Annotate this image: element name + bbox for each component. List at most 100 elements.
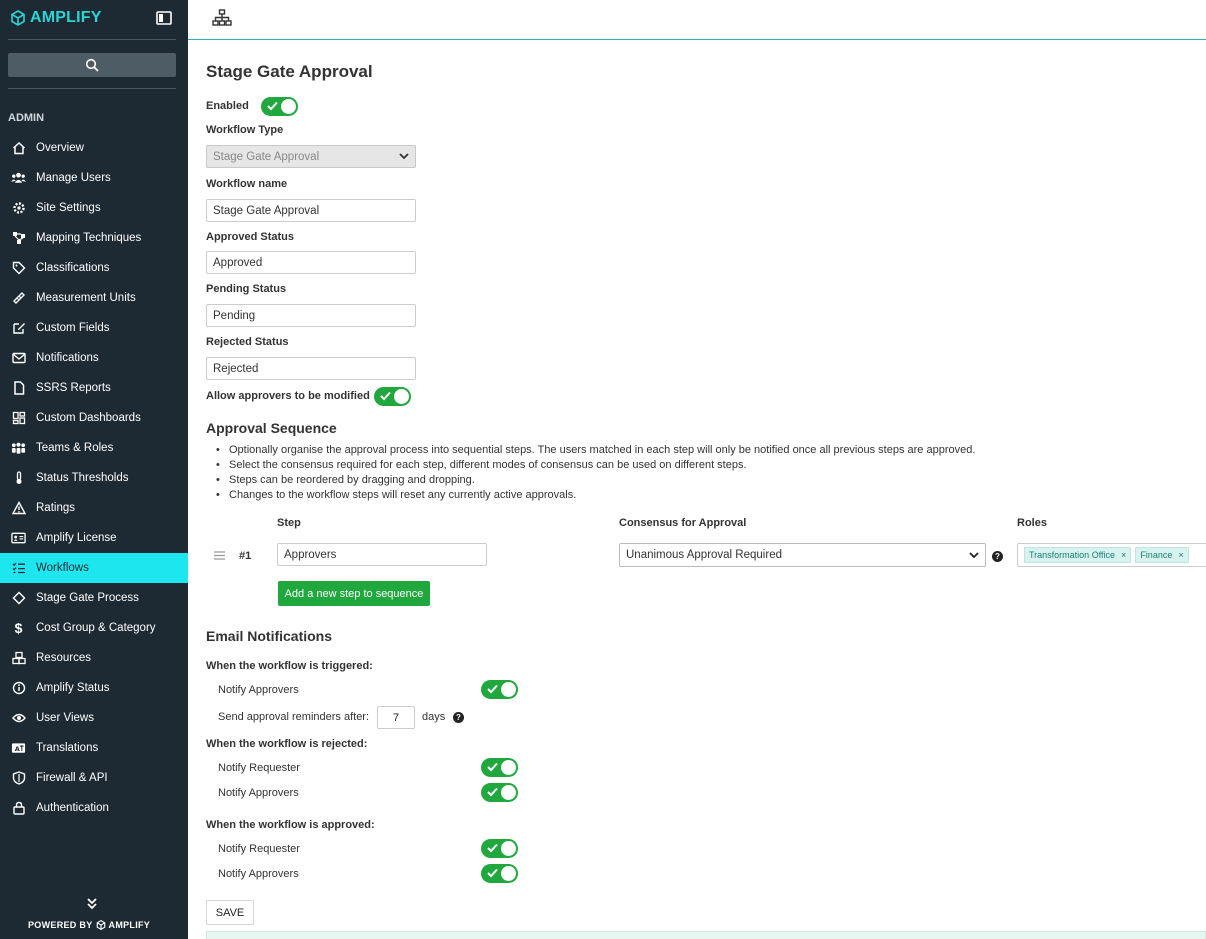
sidebar-item-label: SSRS Reports [36,382,111,394]
toggle-knob [501,760,516,775]
pending-status-input[interactable]: Pending [206,304,416,327]
app-logo[interactable]: AMPLIFY [10,9,102,27]
sidebar-item-status-thresholds[interactable]: Status Thresholds [0,463,188,493]
sidebar-toggle-icon[interactable] [156,11,172,28]
lock-icon [11,801,26,816]
enabled-toggle[interactable] [261,97,298,116]
workflow-type-select: Stage Gate Approval [206,145,416,168]
check-icon [487,762,498,772]
sidebar-item-amplify-license[interactable]: Amplify License [0,523,188,553]
step-number: #1 [239,550,252,562]
sidebar-item-workflows[interactable]: Workflows [0,553,188,583]
rejected-status-label: Rejected Status [206,336,289,348]
add-step-button[interactable]: Add a new step to sequence [278,581,430,606]
remove-tag-icon[interactable]: × [1121,550,1126,560]
home-icon [11,141,26,156]
sidebar-item-ratings[interactable]: Ratings [0,493,188,523]
sidebar-item-manage-users[interactable]: Manage Users [0,163,188,193]
sidebar-item-amplify-status[interactable]: Amplify Status [0,673,188,703]
sidebar-item-custom-dashboards[interactable]: Custom Dashboards [0,403,188,433]
triggered-notify-approvers-label: Notify Approvers [218,684,299,696]
sidebar-item-classifications[interactable]: Classifications [0,253,188,283]
help-bullet: Changes to the workflow steps will reset… [216,488,975,503]
approved-notify-approvers-label: Notify Approvers [218,868,299,880]
remove-tag-icon[interactable]: × [1178,550,1183,560]
sidebar-item-translations[interactable]: A Translations [0,733,188,763]
rejected-status-input[interactable]: Rejected [206,357,416,380]
sidebar-item-label: Classifications [36,262,110,274]
sidebar-item-label: Stage Gate Process [36,592,139,604]
sidebar-item-notifications[interactable]: Notifications [0,343,188,373]
file-icon [11,381,26,396]
sidebar-item-label: User Views [36,712,94,724]
approved-status-input[interactable]: Approved [206,251,416,274]
sidebar-item-label: Teams & Roles [36,442,114,454]
role-tag: Transformation Office × [1024,547,1132,563]
sidebar: AMPLIFY ADMIN Overview Manage Users Site… [0,0,188,939]
sidebar-item-measurement-units[interactable]: Measurement Units [0,283,188,313]
toggle-knob [501,866,516,881]
step-name-input[interactable]: Approvers [277,543,487,566]
pending-status-label: Pending Status [206,283,287,295]
sidebar-item-mapping-techniques[interactable]: Mapping Techniques [0,223,188,253]
approved-notify-approvers-toggle[interactable] [481,864,518,883]
gear-icon [11,201,26,216]
search-icon [85,58,99,72]
sidebar-item-ssrs-reports[interactable]: SSRS Reports [0,373,188,403]
dashboard-icon [11,411,26,426]
sidebar-item-label: Resources [36,652,91,664]
allow-modify-toggle[interactable] [374,387,411,406]
check-icon [487,684,498,694]
sidebar-search[interactable] [8,53,176,77]
chevron-down-icon [399,153,409,160]
sidebar-item-site-settings[interactable]: Site Settings [0,193,188,223]
approved-notify-requester-toggle[interactable] [481,839,518,858]
thermometer-icon [11,471,26,486]
allow-modify-label: Allow approvers to be modified [206,390,370,402]
sidebar-item-label: Notifications [36,352,99,364]
consensus-select[interactable]: Unanimous Approval Required [619,543,986,567]
powered-by-label: POWERED BY [28,920,93,930]
help-bullet: Select the consensus required for each s… [216,458,975,473]
logo-text: AMPLIFY [30,9,102,26]
sidebar-item-label: Firewall & API [36,772,108,784]
sidebar-item-label: Amplify License [36,532,117,544]
sidebar-item-cost-group[interactable]: $ Cost Group & Category [0,613,188,643]
reminder-label: Send approval reminders after: [218,711,370,723]
sidebar-item-custom-fields[interactable]: Custom Fields [0,313,188,343]
role-tag: Finance × [1135,547,1189,563]
reminder-days-input[interactable]: 7 [377,706,415,729]
sidebar-item-user-views[interactable]: User Views [0,703,188,733]
cube-logo-icon [96,920,105,930]
sidebar-item-label: Custom Dashboards [36,412,141,424]
sidebar-item-teams-roles[interactable]: Teams & Roles [0,433,188,463]
sidebar-item-authentication[interactable]: Authentication [0,793,188,823]
drag-handle-icon[interactable] [214,549,225,563]
consensus-help-icon[interactable]: ? [992,551,1003,562]
chevrons-down-icon[interactable] [85,896,99,913]
id-card-icon [11,531,26,546]
save-button[interactable]: SAVE [206,900,254,925]
roles-multiselect[interactable]: Transformation Office × Finance × [1017,543,1206,567]
sitemap-icon[interactable] [212,9,232,30]
ruler-icon [11,291,26,306]
list-check-icon [11,561,26,576]
consensus-value: Unanimous Approval Required [626,549,782,561]
page-title: Stage Gate Approval [206,62,373,81]
sidebar-item-firewall-api[interactable]: Firewall & API [0,763,188,793]
help-bullet: Steps can be reordered by dragging and d… [216,473,975,488]
team-icon [11,441,26,456]
sidebar-item-overview[interactable]: Overview [0,133,188,163]
rejected-notify-approvers-toggle[interactable] [481,783,518,802]
column-header-step: Step [277,517,301,529]
reminder-help-icon[interactable]: ? [453,712,464,723]
triggered-notify-approvers-toggle[interactable] [481,680,518,699]
workflow-name-input[interactable]: Stage Gate Approval [206,199,416,222]
envelope-icon [11,351,26,366]
sidebar-item-resources[interactable]: Resources [0,643,188,673]
rejected-notify-requester-toggle[interactable] [481,758,518,777]
edit-icon [11,321,26,336]
sidebar-item-stage-gate-process[interactable]: Stage Gate Process [0,583,188,613]
approval-sequence-title: Approval Sequence [206,420,337,436]
toggle-knob [501,682,516,697]
